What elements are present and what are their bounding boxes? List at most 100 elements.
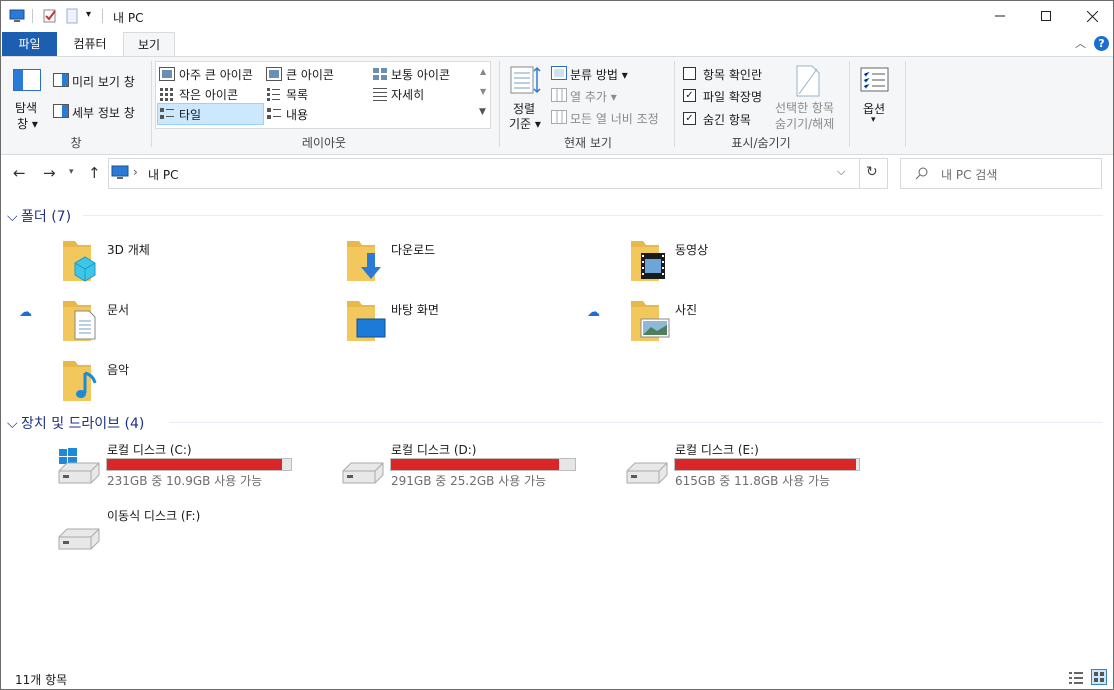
file-extensions-label: 파일 확장명 — [703, 90, 763, 104]
folder-name: 문서 — [107, 303, 130, 317]
hide-selected-label2[interactable]: 숨기기/해제 — [775, 115, 834, 132]
gallery-scroll-down-icon[interactable]: ▼ — [480, 87, 486, 96]
drive-usage-bar — [674, 458, 860, 471]
hidden-items-checkbox[interactable]: ✓ — [683, 112, 696, 125]
folder-tile[interactable]: 바탕 화면 — [345, 297, 595, 345]
back-icon[interactable]: ← — [13, 164, 26, 182]
separator — [499, 61, 500, 147]
drive-name: 로컬 디스크 (E:) — [675, 443, 759, 457]
add-columns-button[interactable]: 열 추가 ▾ — [570, 88, 617, 105]
group-by-button[interactable]: 분류 방법 ▾ — [570, 66, 628, 83]
large-icons-view-icon[interactable] — [1091, 669, 1107, 685]
section-header-folders[interactable]: ⌵ 폴더 (7) — [7, 206, 71, 226]
gallery-expand-icon[interactable]: ▼ — [479, 107, 486, 117]
hide-selected-icon — [796, 65, 820, 97]
refresh-button[interactable]: ↻ — [858, 158, 888, 189]
details-icon — [373, 88, 387, 101]
address-dropdown-icon[interactable]: ⌵ — [837, 165, 845, 179]
navigation-pane-label: 탐색 — [15, 101, 38, 115]
breadcrumb-separator-icon[interactable]: › — [133, 165, 138, 179]
group-label-layout: 레이아웃 — [301, 136, 347, 150]
collapse-ribbon-icon[interactable]: ︿ — [1075, 35, 1086, 51]
folder-tile[interactable]: 3D 개체 — [61, 237, 311, 285]
up-icon[interactable]: ↑ — [88, 164, 101, 182]
layout-details[interactable]: 자세히 — [391, 86, 424, 103]
separator — [102, 9, 103, 23]
details-view-icon[interactable] — [1068, 671, 1084, 685]
search-box[interactable]: 내 PC 검색 — [900, 158, 1102, 189]
navigation-pane-button[interactable]: 탐색 창 ▾ — [9, 61, 49, 131]
sort-by-label2[interactable]: 기준 ▾ — [509, 115, 541, 132]
extra-large-icons-icon — [159, 67, 175, 81]
hard-drive-icon — [626, 462, 668, 484]
customize-quick-access-icon[interactable]: ▾ — [86, 9, 91, 20]
drive-usage-fill — [675, 459, 856, 470]
computer-icon — [111, 165, 129, 179]
tab-computer[interactable]: 컴퓨터 — [61, 32, 119, 56]
minimize-button[interactable] — [977, 1, 1023, 31]
layout-medium-icons[interactable]: 보통 아이콘 — [391, 66, 450, 83]
file-extensions-checkbox[interactable]: ✓ — [683, 89, 696, 102]
folder-name: 동영상 — [675, 243, 709, 257]
options-dropdown-icon[interactable]: ▾ — [871, 115, 876, 125]
group-label-current-view: 현재 보기 — [564, 136, 612, 150]
drive-usage-fill — [107, 459, 283, 470]
hide-selected-label[interactable]: 선택한 항목 — [775, 99, 834, 116]
help-icon[interactable]: ? — [1094, 36, 1109, 51]
ribbon: 탐색 창 ▾ 미리 보기 창 세부 정보 창 창 아주 큰 아이콘 큰 아이콘 … — [1, 56, 1113, 155]
forward-icon[interactable]: → — [43, 164, 56, 182]
properties-icon[interactable] — [42, 8, 58, 24]
videos-icon — [631, 241, 665, 281]
music-icon — [63, 361, 97, 401]
tab-view[interactable]: 보기 — [123, 32, 175, 57]
ribbon-tabs: 파일 컴퓨터 보기 ︿ ? — [1, 32, 1113, 57]
layout-large-icons[interactable]: 큰 아이콘 — [286, 66, 334, 83]
small-icons-icon — [160, 88, 173, 101]
layout-content[interactable]: 내용 — [286, 106, 308, 123]
details-pane-button[interactable]: 세부 정보 창 — [72, 104, 135, 121]
hard-drive-icon — [58, 528, 100, 550]
folder-name: 3D 개체 — [107, 243, 150, 257]
drive-tile[interactable]: 로컬 디스크 (D:) 291GB 중 25.2GB 사용 가능 — [339, 441, 619, 497]
preview-pane-button[interactable]: 미리 보기 창 — [72, 73, 135, 90]
minimize-icon — [995, 15, 1005, 17]
new-folder-icon[interactable] — [64, 8, 80, 24]
folder-name: 다운로드 — [391, 243, 436, 257]
layout-tiles[interactable]: 타일 — [179, 106, 201, 123]
window-title: 내 PC — [113, 11, 144, 25]
folder-tile[interactable]: 음악 — [61, 357, 311, 405]
drive-tile[interactable]: 이동식 디스크 (F:) — [55, 507, 335, 563]
folder-tile[interactable]: 다운로드 — [345, 237, 595, 285]
close-button[interactable] — [1069, 1, 1114, 31]
cloud-sync-icon: ☁ — [587, 305, 600, 320]
navigation-pane-icon — [13, 69, 41, 91]
group-label-pane: 창 — [70, 136, 82, 150]
drive-usage-bar — [390, 458, 576, 471]
folder-tile[interactable]: 사진 — [629, 297, 879, 345]
drive-tile[interactable]: 로컬 디스크 (C:) 231GB 중 10.9GB 사용 가능 — [55, 441, 335, 497]
folder-tile[interactable]: 동영상 — [629, 237, 879, 285]
large-icons-icon — [266, 67, 282, 81]
layout-extra-large-icons[interactable]: 아주 큰 아이콘 — [179, 66, 253, 83]
layout-small-icons[interactable]: 작은 아이콘 — [179, 86, 238, 103]
fit-columns-button[interactable]: 모든 열 너비 조정 — [570, 110, 659, 127]
preview-pane-icon — [53, 73, 69, 87]
tab-file[interactable]: 파일 — [2, 32, 57, 56]
recent-locations-icon[interactable]: ▾ — [69, 167, 74, 177]
gallery-scroll-up-icon[interactable]: ▲ — [480, 67, 486, 76]
item-checkboxes-label: 항목 확인란 — [703, 68, 763, 82]
address-bar[interactable]: › 내 PC ⌵ — [108, 158, 860, 189]
section-header-drives[interactable]: ⌵ 장치 및 드라이브 (4) — [7, 413, 144, 433]
maximize-button[interactable] — [1023, 1, 1069, 31]
separator — [674, 61, 675, 147]
content-icon — [267, 108, 281, 119]
group-by-icon — [551, 66, 567, 80]
layout-list[interactable]: 목록 — [286, 86, 308, 103]
cloud-sync-icon: ☁ — [19, 305, 32, 320]
drive-tile[interactable]: 로컬 디스크 (E:) 615GB 중 11.8GB 사용 가능 — [623, 441, 903, 497]
breadcrumb-this-pc[interactable]: 내 PC — [148, 166, 178, 183]
folder-tile[interactable]: 문서 — [61, 297, 311, 345]
drive-free-space: 231GB 중 10.9GB 사용 가능 — [107, 474, 263, 488]
search-placeholder: 내 PC 검색 — [941, 168, 998, 182]
item-checkboxes-checkbox[interactable] — [683, 67, 696, 80]
